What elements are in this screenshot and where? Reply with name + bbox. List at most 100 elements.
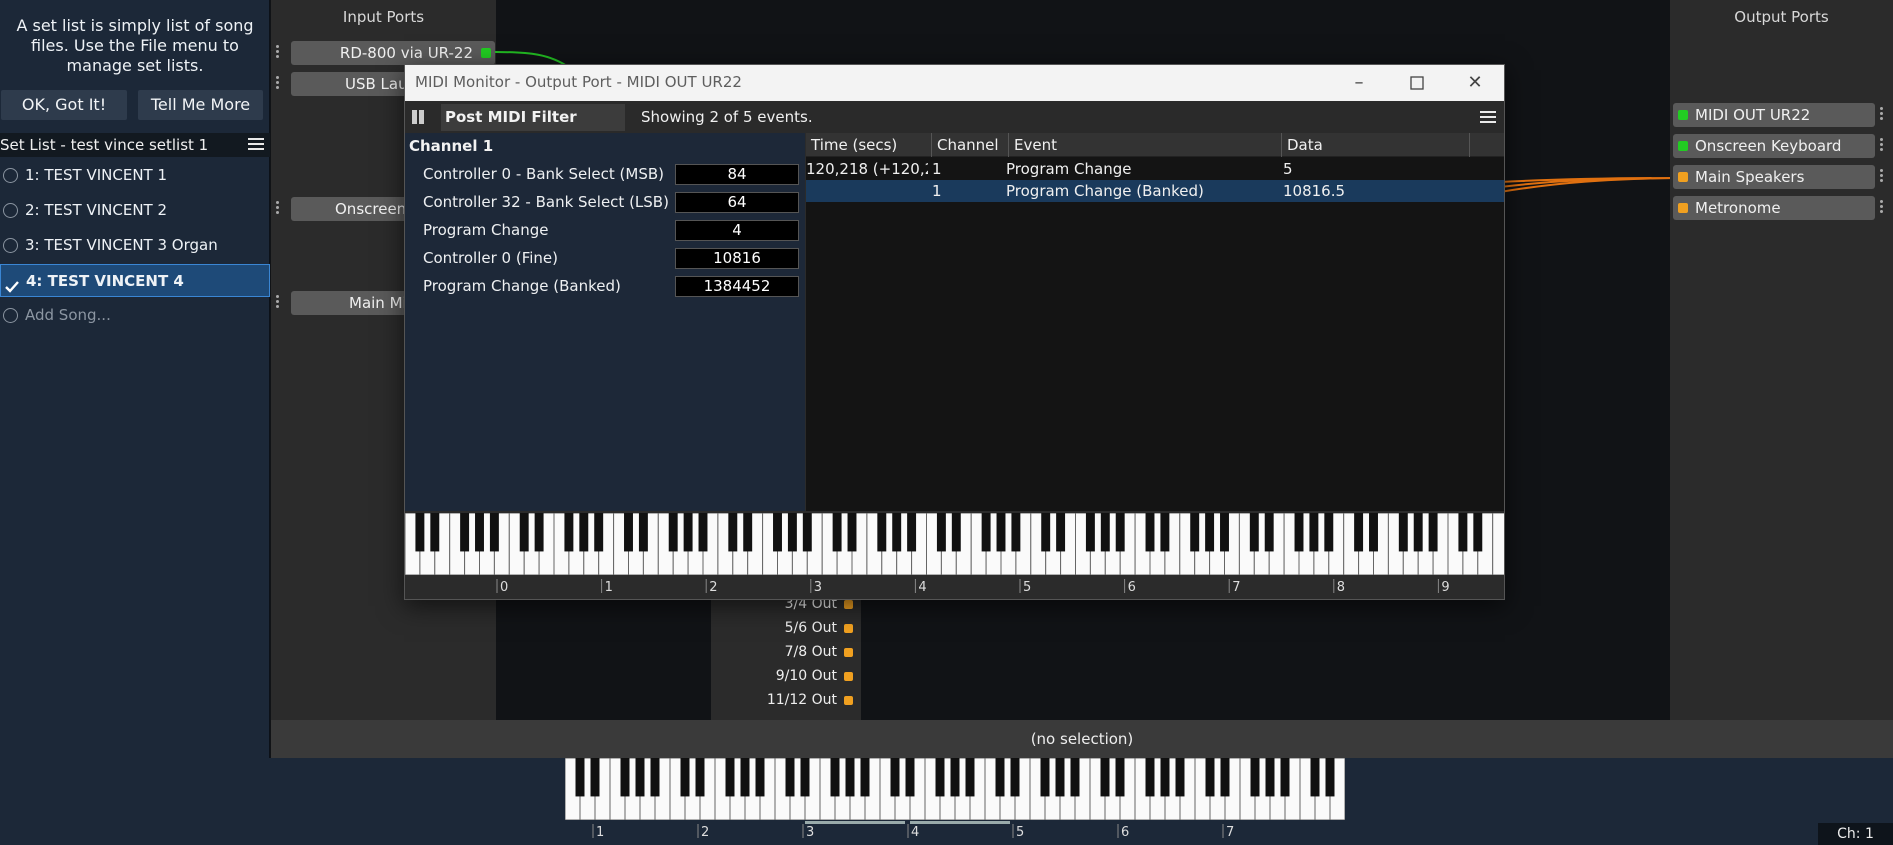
black-key[interactable] xyxy=(534,513,544,552)
black-key[interactable] xyxy=(1264,513,1274,552)
black-key[interactable] xyxy=(773,513,782,552)
black-key[interactable] xyxy=(1070,758,1080,797)
black-key[interactable] xyxy=(415,513,425,552)
black-key[interactable] xyxy=(1115,758,1125,797)
tell-me-more-button[interactable]: Tell Me More xyxy=(138,90,263,120)
black-key[interactable] xyxy=(695,758,705,797)
black-key[interactable] xyxy=(519,513,529,552)
black-key[interactable] xyxy=(1325,758,1335,797)
black-key[interactable] xyxy=(575,758,585,797)
black-key[interactable] xyxy=(800,758,810,797)
black-key[interactable] xyxy=(860,758,870,797)
black-key[interactable] xyxy=(1055,758,1065,797)
black-key[interactable] xyxy=(1011,513,1021,552)
black-key[interactable] xyxy=(594,513,604,552)
hamburger-menu-icon[interactable] xyxy=(1480,111,1496,125)
black-key[interactable] xyxy=(1205,513,1215,552)
black-key[interactable] xyxy=(430,513,440,552)
black-key[interactable] xyxy=(1145,513,1155,552)
black-key[interactable] xyxy=(564,513,574,552)
black-key[interactable] xyxy=(1294,513,1304,552)
black-key[interactable] xyxy=(845,758,855,797)
black-key[interactable] xyxy=(1160,758,1170,797)
drag-handle-icon[interactable] xyxy=(1880,199,1886,217)
filter-selector[interactable]: Post MIDI Filter xyxy=(441,104,625,131)
output-port-main-speakers[interactable]: Main Speakers xyxy=(1673,165,1875,189)
radio-icon[interactable] xyxy=(3,238,18,253)
input-port-onscreen[interactable]: Onscreen xyxy=(291,197,411,221)
black-key[interactable] xyxy=(1309,513,1319,552)
black-key[interactable] xyxy=(905,758,915,797)
black-key[interactable] xyxy=(683,513,693,552)
black-key[interactable] xyxy=(1190,513,1200,552)
output-port-midi-out[interactable]: MIDI OUT UR22 xyxy=(1673,103,1875,127)
black-key[interactable] xyxy=(1041,513,1051,552)
input-port-rd800[interactable]: RD-800 via UR-22 xyxy=(291,41,495,65)
black-key[interactable] xyxy=(1428,513,1438,552)
black-key[interactable] xyxy=(624,513,633,552)
minimize-icon[interactable]: – xyxy=(1330,65,1388,101)
black-key[interactable] xyxy=(590,758,600,797)
song-item-selected[interactable]: 4: TEST VINCENT 4 xyxy=(0,264,270,297)
black-key[interactable] xyxy=(579,513,589,552)
black-key[interactable] xyxy=(698,513,708,552)
black-key[interactable] xyxy=(935,758,945,797)
black-key[interactable] xyxy=(936,513,946,552)
output-connector-icon[interactable] xyxy=(844,648,853,657)
black-key[interactable] xyxy=(728,513,738,552)
radio-icon[interactable] xyxy=(3,168,18,183)
black-key[interactable] xyxy=(460,513,470,552)
black-key[interactable] xyxy=(650,758,660,797)
black-key[interactable] xyxy=(1160,513,1170,552)
drag-handle-icon[interactable] xyxy=(276,294,282,312)
black-key[interactable] xyxy=(830,758,840,797)
black-key[interactable] xyxy=(802,513,812,552)
black-key[interactable] xyxy=(740,758,750,797)
black-key[interactable] xyxy=(1354,513,1364,552)
black-key[interactable] xyxy=(1250,758,1260,797)
black-key[interactable] xyxy=(1413,513,1423,552)
black-key[interactable] xyxy=(965,758,975,797)
black-key[interactable] xyxy=(475,513,484,552)
black-key[interactable] xyxy=(785,758,795,797)
black-key[interactable] xyxy=(995,758,1005,797)
radio-icon[interactable] xyxy=(3,203,18,218)
output-connector-icon[interactable] xyxy=(844,600,853,609)
black-key[interactable] xyxy=(1056,513,1066,552)
black-key[interactable] xyxy=(1249,513,1259,552)
event-row-selected[interactable]: 1 Program Change (Banked) 10816.5 xyxy=(806,180,1504,202)
black-key[interactable] xyxy=(950,758,960,797)
drag-handle-icon[interactable] xyxy=(276,200,282,218)
input-port-usb[interactable]: USB Lau xyxy=(291,72,411,96)
black-key[interactable] xyxy=(787,513,797,552)
white-key[interactable] xyxy=(1492,513,1504,575)
black-key[interactable] xyxy=(743,513,753,552)
pause-icon[interactable] xyxy=(411,107,429,127)
onscreen-keyboard[interactable] xyxy=(565,758,1345,820)
checkmark-icon[interactable] xyxy=(4,274,19,293)
song-item[interactable]: 2: TEST VINCENT 2 xyxy=(0,194,270,227)
hamburger-menu-icon[interactable] xyxy=(248,138,264,152)
close-icon[interactable]: ✕ xyxy=(1446,65,1504,101)
black-key[interactable] xyxy=(877,513,887,552)
black-key[interactable] xyxy=(1220,513,1229,552)
drag-handle-icon[interactable] xyxy=(276,75,282,93)
black-key[interactable] xyxy=(489,513,499,552)
maximize-icon[interactable] xyxy=(1388,65,1446,101)
black-key[interactable] xyxy=(1010,758,1020,797)
drag-handle-icon[interactable] xyxy=(1880,106,1886,124)
black-key[interactable] xyxy=(832,513,842,552)
song-item[interactable]: 3: TEST VINCENT 3 Organ xyxy=(0,229,270,262)
output-connector-icon[interactable] xyxy=(844,696,853,705)
event-row[interactable]: 120,218 (+120,2... 1 Program Change 5 xyxy=(806,158,1504,180)
output-port-metronome[interactable]: Metronome xyxy=(1673,196,1875,220)
song-item[interactable]: 1: TEST VINCENT 1 xyxy=(0,159,270,192)
black-key[interactable] xyxy=(1280,758,1290,797)
black-key[interactable] xyxy=(1310,758,1320,797)
black-key[interactable] xyxy=(680,758,690,797)
black-key[interactable] xyxy=(847,513,857,552)
output-port-onscreen-keyboard[interactable]: Onscreen Keyboard xyxy=(1673,134,1875,158)
black-key[interactable] xyxy=(1220,758,1230,797)
output-connector-icon[interactable] xyxy=(844,624,853,633)
black-key[interactable] xyxy=(725,758,735,797)
